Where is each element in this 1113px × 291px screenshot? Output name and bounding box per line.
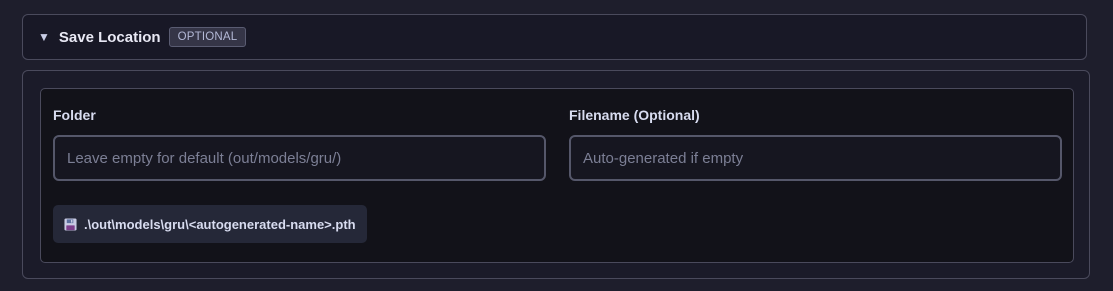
save-location-panel: ▼ Save Location OPTIONAL Folder Filename… bbox=[0, 0, 1113, 291]
save-location-card: Folder Filename (Optional) .\out\models\… bbox=[40, 88, 1074, 263]
optional-badge: OPTIONAL bbox=[168, 27, 247, 47]
save-path-preview: .\out\models\gru\<autogenerated-name>.pt… bbox=[53, 205, 367, 243]
filename-label: Filename (Optional) bbox=[569, 107, 700, 123]
floppy-disk-icon bbox=[64, 217, 77, 231]
section-title: Save Location bbox=[58, 28, 161, 46]
folder-label: Folder bbox=[53, 107, 96, 123]
save-path-text: .\out\models\gru\<autogenerated-name>.pt… bbox=[84, 216, 356, 232]
section-body: Folder Filename (Optional) .\out\models\… bbox=[22, 70, 1090, 279]
folder-input[interactable] bbox=[53, 135, 546, 181]
filename-input[interactable] bbox=[569, 135, 1062, 181]
collapse-caret-icon[interactable]: ▼ bbox=[38, 31, 50, 43]
section-header-save-location[interactable]: ▼ Save Location OPTIONAL bbox=[22, 14, 1087, 60]
